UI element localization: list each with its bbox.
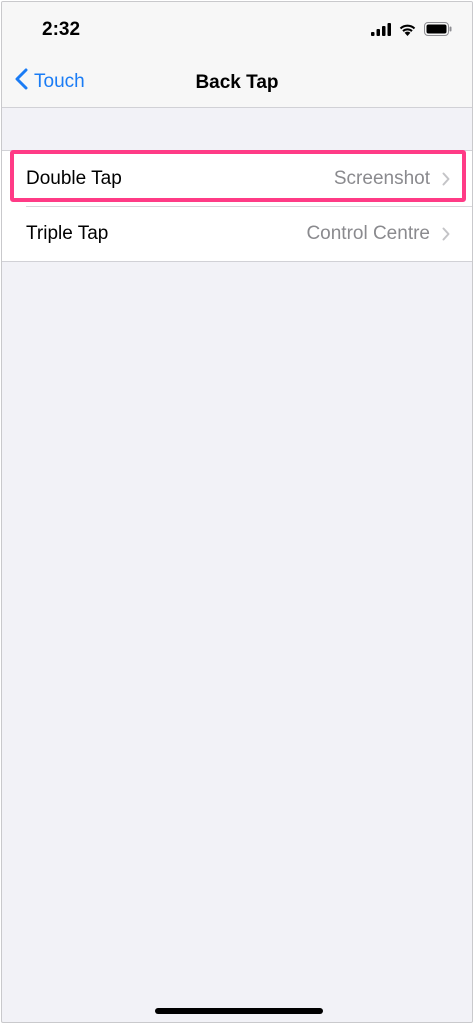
status-time: 2:32	[42, 19, 81, 40]
status-bar: 2:32	[2, 2, 472, 58]
list-item-triple-tap[interactable]: Triple Tap Control Centre	[2, 206, 472, 261]
wifi-icon	[399, 23, 416, 41]
list-item-double-tap[interactable]: Double Tap Screenshot	[2, 151, 472, 206]
row-value: Control Centre	[306, 222, 430, 244]
row-label: Double Tap	[26, 167, 122, 189]
back-tap-options-list: Double Tap Screenshot Triple Tap Control…	[2, 150, 472, 262]
status-icons	[371, 22, 452, 41]
row-label: Triple Tap	[26, 222, 109, 244]
battery-icon	[424, 22, 452, 41]
chevron-right-icon	[442, 172, 450, 186]
cellular-signal-icon	[371, 22, 391, 41]
page-title: Back Tap	[195, 72, 279, 93]
back-tap-screen: 2:32 Touch Back Tap Double Tap Screensho…	[1, 1, 473, 1023]
home-indicator[interactable]	[155, 1008, 323, 1014]
navigation-bar: Touch Back Tap	[2, 58, 472, 108]
row-value: Screenshot	[333, 167, 430, 189]
chevron-right-icon	[442, 227, 450, 241]
